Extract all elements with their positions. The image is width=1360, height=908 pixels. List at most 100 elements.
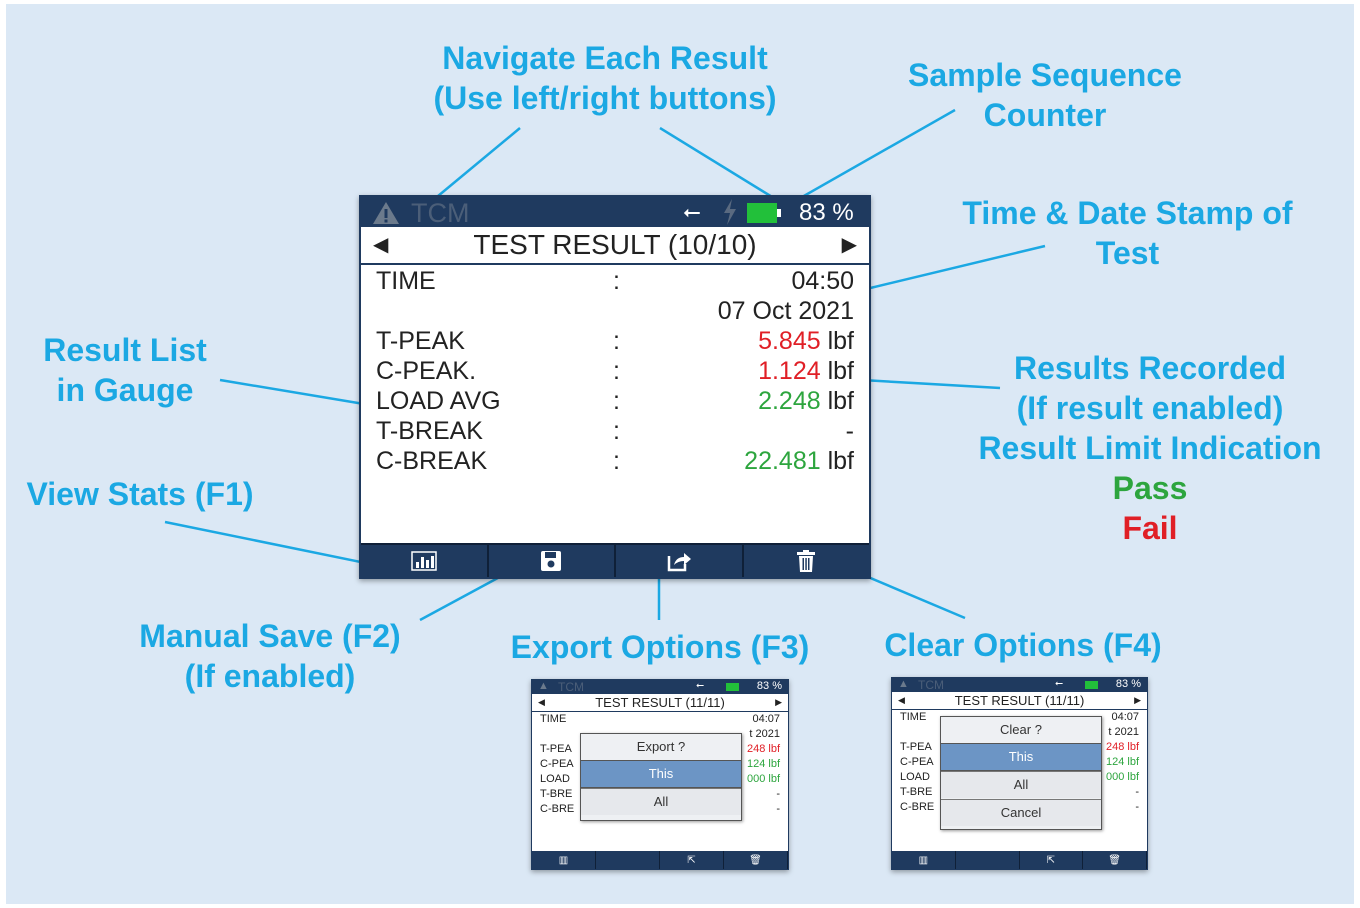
result-label: C-PEAK. xyxy=(376,357,477,385)
colon: : xyxy=(613,417,620,445)
result-value: 248 lbf xyxy=(1105,741,1139,753)
function-key[interactable]: ▥ xyxy=(532,851,596,869)
callout-export: Export Options (F3) xyxy=(505,627,815,667)
dialog-option-this[interactable]: This xyxy=(941,743,1101,771)
result-title-bar: ◀ TEST RESULT (11/11) ▶ xyxy=(892,692,1147,709)
date-value: t 2021 xyxy=(1108,726,1139,738)
nav-left-button[interactable]: ◀ xyxy=(538,694,545,711)
callout-line: View Stats (F1) xyxy=(26,476,254,512)
result-value-group: - xyxy=(846,417,854,446)
result-value: - xyxy=(1135,786,1139,798)
f3-export-button[interactable] xyxy=(616,543,744,577)
result-value-group: 22.481 lbf xyxy=(744,447,854,476)
brand-label: TCM xyxy=(411,198,470,228)
trash-icon xyxy=(797,550,816,572)
callout-line: Export Options (F3) xyxy=(510,629,810,665)
result-value: 2.248 xyxy=(758,387,821,415)
function-key[interactable]: ⇱ xyxy=(1020,851,1084,869)
result-label: C-PEA xyxy=(900,756,934,768)
result-value: 000 lbf xyxy=(1105,771,1139,783)
result-title: TEST RESULT (11/11) xyxy=(595,695,725,710)
status-bar: ▲ TCM ⭠ 83 % xyxy=(892,678,1147,692)
callout-line: Time & Date Stamp of xyxy=(962,195,1293,231)
export-icon: ⇱ xyxy=(1046,854,1056,866)
dialog-option-all[interactable]: All xyxy=(941,771,1101,798)
legend-pass: Pass xyxy=(1112,470,1188,506)
save-icon xyxy=(541,551,562,571)
battery-icon xyxy=(726,683,739,691)
battery-percent: 83 % xyxy=(799,199,854,226)
function-key[interactable]: 🗑 xyxy=(1083,851,1147,869)
result-value: 248 lbf xyxy=(746,743,780,755)
f1-stats-button[interactable] xyxy=(361,543,489,577)
result-row: T-PEAK: 5.845 lbf xyxy=(376,327,854,357)
usb-icon: ⭠ xyxy=(696,680,704,691)
function-key-bar: ▥ ⇱ 🗑 xyxy=(892,851,1147,869)
result-value: 000 lbf xyxy=(746,773,780,785)
date-value: t 2021 xyxy=(749,728,780,740)
result-value-group: 2.248 lbf xyxy=(758,387,854,416)
result-label: T-BREAK xyxy=(376,417,483,445)
result-value: 124 lbf xyxy=(1105,756,1139,768)
result-label: LOAD xyxy=(900,771,930,783)
dialog-popup: Export ? This All xyxy=(580,733,742,821)
battery-icon xyxy=(1085,681,1098,689)
battery-percent: 83 % xyxy=(1115,678,1141,690)
result-label: T-PEAK xyxy=(376,327,465,355)
battery-percent: 83 % xyxy=(756,680,782,692)
colon: : xyxy=(613,327,620,355)
result-unit: lbf xyxy=(827,357,854,385)
function-key[interactable] xyxy=(596,851,660,869)
result-unit: lbf xyxy=(827,387,854,415)
result-list: TIME : 04:50 07 Oct 2021 T-PEAK: 5.845 lb… xyxy=(361,263,869,545)
usb-icon: ⭠ xyxy=(683,199,701,224)
function-key[interactable]: ▥ xyxy=(892,851,956,869)
callout-line: Clear Options (F4) xyxy=(884,627,1162,663)
dialog-title: Clear ? xyxy=(1000,722,1042,737)
callout-navigate: Navigate Each Result (Use left/right but… xyxy=(420,38,790,118)
f2-save-button[interactable] xyxy=(488,543,616,577)
function-key-bar xyxy=(361,543,869,577)
dialog-option-cancel[interactable]: Cancel xyxy=(941,799,1101,826)
result-label: T-BRE xyxy=(900,786,933,798)
nav-left-button[interactable]: ◀ xyxy=(373,227,388,263)
nav-right-button[interactable]: ▶ xyxy=(842,227,857,263)
nav-left-button[interactable]: ◀ xyxy=(898,692,905,709)
export-device-screen: ▲ TCM ⭠ 83 % ◀ TEST RESULT (11/11) ▶ TIME 04:07 t… xyxy=(531,679,789,870)
function-key[interactable]: 🗑 xyxy=(724,851,788,869)
dialog-option-all[interactable]: All xyxy=(581,788,741,815)
nav-right-button[interactable]: ▶ xyxy=(1134,692,1141,709)
stats-icon: ▥ xyxy=(558,854,569,866)
result-label: LOAD xyxy=(540,773,570,785)
export-icon: ⇱ xyxy=(687,854,696,866)
callout-line: Test xyxy=(1095,235,1160,271)
f4-clear-button[interactable] xyxy=(743,543,869,577)
callout-line: Sample Sequence xyxy=(908,57,1182,93)
status-bar: ▲ TCM ⭠ 83 % xyxy=(532,680,788,694)
stats-icon xyxy=(411,551,437,571)
function-key-bar: ▥ ⇱ 🗑 xyxy=(532,851,788,869)
time-value: 04:07 xyxy=(752,713,780,725)
function-key[interactable]: ⇱ xyxy=(660,851,724,869)
legend-fail: Fail xyxy=(1122,510,1178,546)
result-title: TEST RESULT (10/10) xyxy=(473,229,757,260)
function-key[interactable] xyxy=(956,851,1020,869)
result-value: 1.124 xyxy=(758,357,821,385)
nav-right-button[interactable]: ▶ xyxy=(775,694,782,711)
callout-line: (Use left/right buttons) xyxy=(433,80,777,116)
result-title: TEST RESULT (11/11) xyxy=(954,693,1085,708)
brand-label: TCM xyxy=(558,680,584,694)
result-unit: lbf xyxy=(827,447,854,475)
brand-label: TCM xyxy=(918,678,944,692)
charging-icon xyxy=(724,199,736,225)
time-label: TIME xyxy=(900,711,927,723)
callout-line: Results Recorded xyxy=(1013,350,1287,386)
result-title-bar: ◀ TEST RESULT (10/10) ▶ xyxy=(361,227,869,263)
callout-line: Manual Save (F2) xyxy=(139,618,401,654)
result-value: - xyxy=(845,417,854,445)
dialog-option-this[interactable]: This xyxy=(581,760,741,788)
usb-icon: ⭠ xyxy=(1055,678,1063,689)
status-bar: TCM ⭠ 83 % xyxy=(361,197,869,228)
time-label: TIME xyxy=(376,267,436,295)
callout-line: Navigate Each Result xyxy=(442,40,768,76)
